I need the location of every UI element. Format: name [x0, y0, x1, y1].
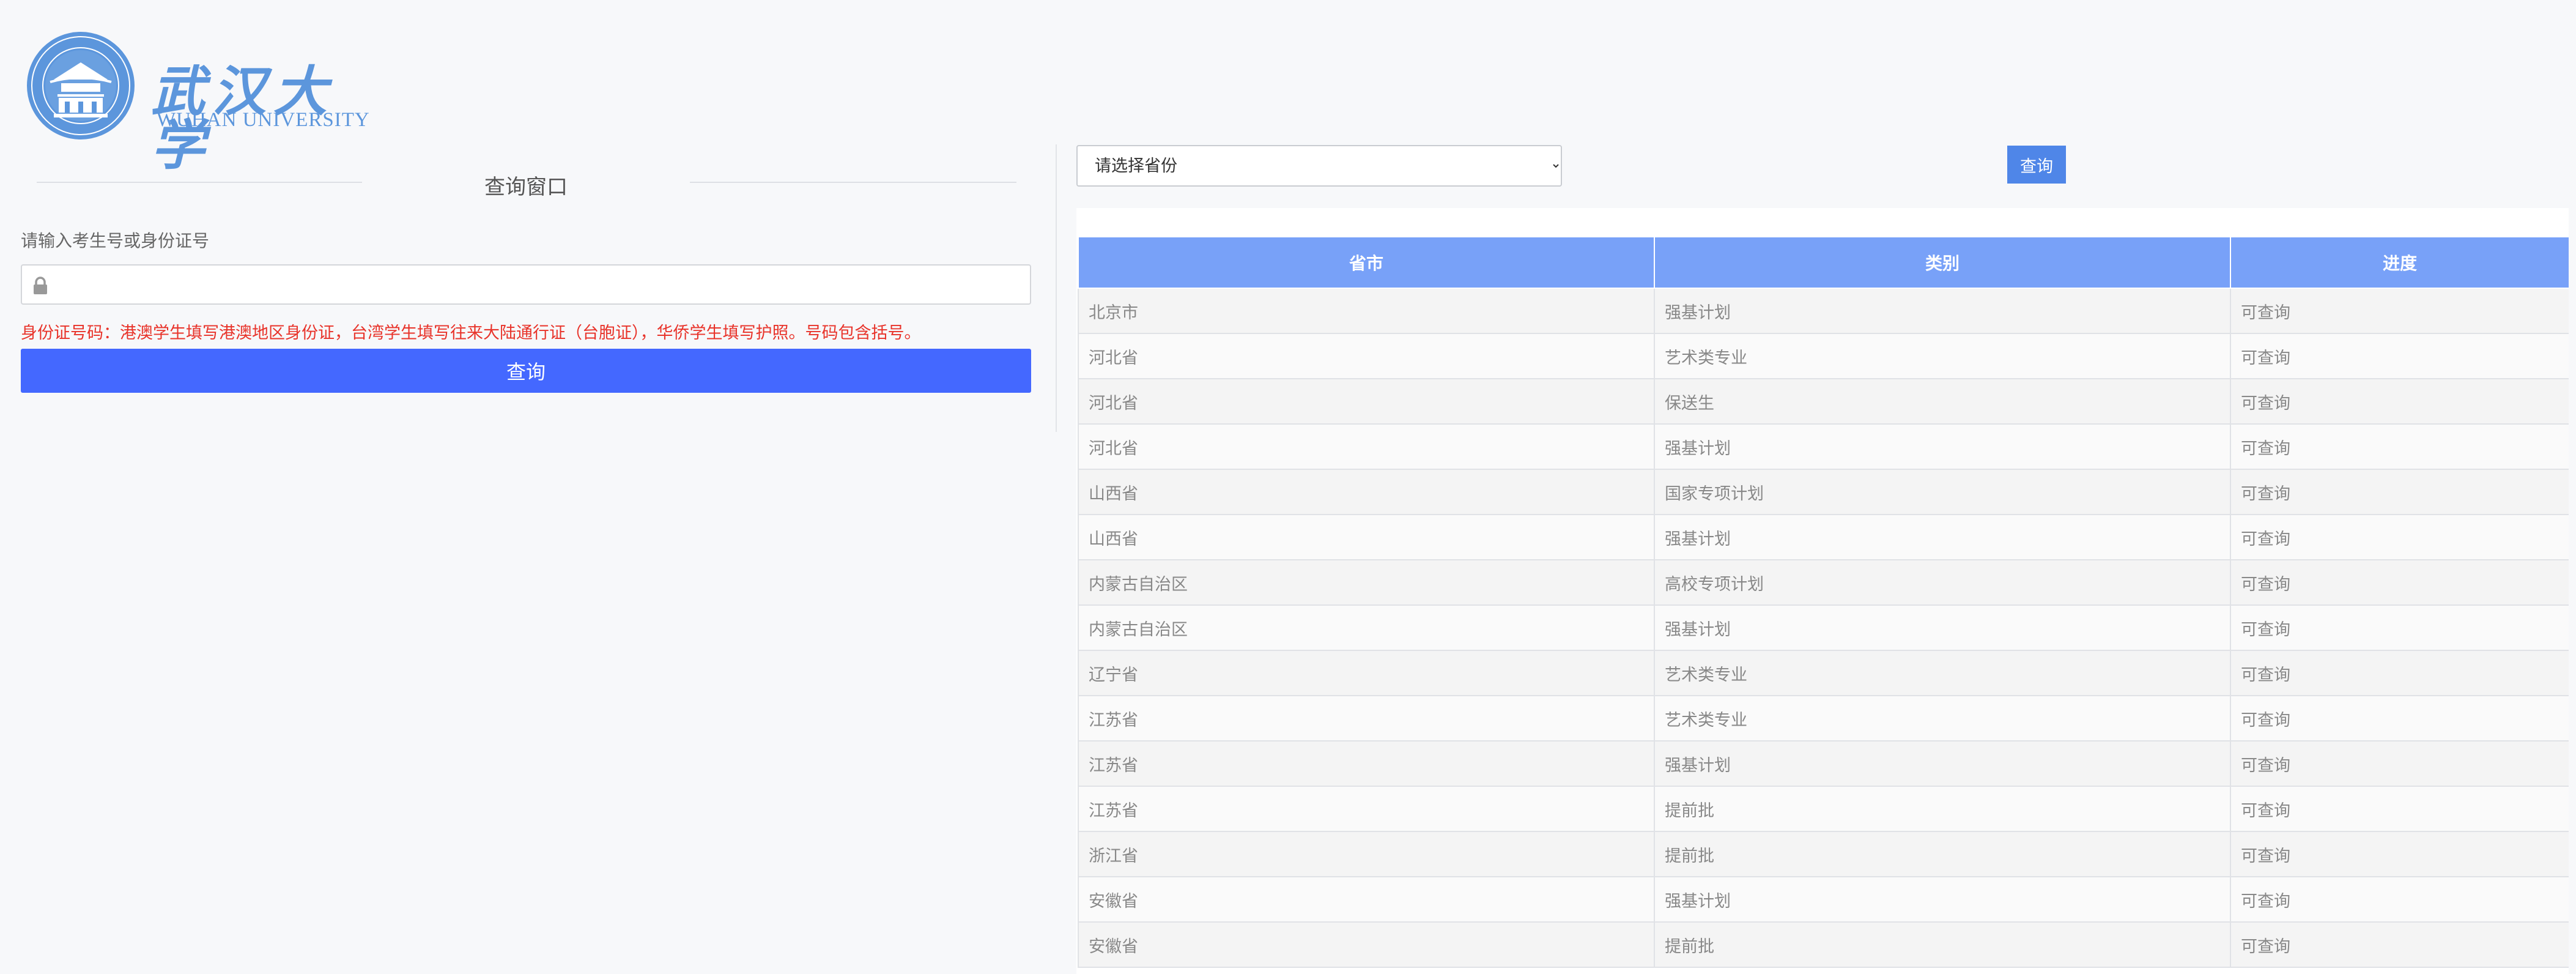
cell-province: 河北省 — [1078, 333, 1655, 379]
column-header-category: 类别 — [1654, 236, 2231, 289]
cell-progress: 可查询 — [2230, 514, 2569, 560]
column-header-progress: 进度 — [2230, 236, 2569, 289]
table-row: 江苏省 艺术类专业 可查询 — [1078, 695, 2569, 742]
table-row: 山西省 强基计划 可查询 — [1078, 514, 2569, 560]
table-row: 河北省 保送生 可查询 — [1078, 378, 2569, 425]
cell-progress: 可查询 — [2230, 740, 2569, 787]
id-hint-text: 身份证号码：港澳学生填写港澳地区身份证，台湾学生填写往来大陆通行证（台胞证），华… — [21, 324, 921, 343]
table-row: 山西省 国家专项计划 可查询 — [1078, 469, 2569, 515]
cell-progress: 可查询 — [2230, 786, 2569, 832]
title-divider-right — [690, 182, 1016, 183]
cell-province: 内蒙古自治区 — [1078, 559, 1655, 606]
cell-province: 辽宁省 — [1078, 650, 1655, 696]
query-button[interactable]: 查询 — [21, 349, 1031, 393]
table-row: 江苏省 强基计划 可查询 — [1078, 740, 2569, 787]
cell-category: 保送生 — [1654, 378, 2231, 425]
university-logo: 武汉大学 WUHAN UNIVERSITY — [26, 31, 370, 172]
cell-category: 提前批 — [1654, 786, 2231, 832]
table-header-row: 省市 类别 进度 — [1078, 236, 2569, 289]
province-select[interactable]: 请选择省份 — [1076, 145, 1562, 187]
table-row: 北京市 强基计划 可查询 — [1078, 288, 2569, 334]
table-row: 安徽省 强基计划 可查询 — [1078, 876, 2569, 923]
cell-province: 江苏省 — [1078, 786, 1655, 832]
id-input-wrapper[interactable] — [21, 264, 1031, 305]
cell-progress: 可查询 — [2230, 469, 2569, 515]
table-row: 内蒙古自治区 强基计划 可查询 — [1078, 604, 2569, 651]
panel-title: 查询窗口 — [484, 175, 568, 199]
cell-progress: 可查询 — [2230, 604, 2569, 651]
cell-category: 高校专项计划 — [1654, 559, 2231, 606]
cell-progress: 可查询 — [2230, 831, 2569, 877]
cell-category: 强基计划 — [1654, 876, 2231, 923]
cell-progress: 可查询 — [2230, 695, 2569, 742]
title-divider-left — [37, 182, 362, 183]
cell-province: 河北省 — [1078, 378, 1655, 425]
province-query-button[interactable]: 查询 — [2007, 146, 2066, 184]
lock-icon — [34, 277, 47, 294]
cell-category: 提前批 — [1654, 921, 2231, 968]
cell-province: 内蒙古自治区 — [1078, 604, 1655, 651]
cell-progress: 可查询 — [2230, 921, 2569, 968]
cell-province: 江苏省 — [1078, 740, 1655, 787]
table-row: 河北省 强基计划 可查询 — [1078, 423, 2569, 470]
cell-category: 艺术类专业 — [1654, 333, 2231, 379]
table-row: 江苏省 提前批 可查询 — [1078, 786, 2569, 832]
cell-progress: 可查询 — [2230, 650, 2569, 696]
table-row: 安徽省 提前批 可查询 — [1078, 921, 2569, 968]
progress-table: 省市 类别 进度 北京市 强基计划 可查询 河北省 艺术类专业 可查询 河北省 保送生 可查询河… — [1078, 236, 2569, 968]
table-row: 内蒙古自治区 高校专项计划 可查询 — [1078, 559, 2569, 606]
cell-progress: 可查询 — [2230, 876, 2569, 923]
table-row: 辽宁省 艺术类专业 可查询 — [1078, 650, 2569, 696]
university-seal-icon — [27, 32, 135, 139]
cell-province: 江苏省 — [1078, 695, 1655, 742]
cell-province: 北京市 — [1078, 288, 1655, 334]
logo-english-name: WUHAN UNIVERSITY — [157, 109, 370, 131]
table-row: 浙江省 提前批 可查询 — [1078, 831, 2569, 877]
id-number-input[interactable] — [59, 266, 1021, 305]
cell-category: 强基计划 — [1654, 288, 2231, 334]
column-header-province: 省市 — [1078, 236, 1655, 289]
cell-category: 强基计划 — [1654, 423, 2231, 470]
cell-category: 提前批 — [1654, 831, 2231, 877]
cell-province: 山西省 — [1078, 514, 1655, 560]
cell-progress: 可查询 — [2230, 288, 2569, 334]
cell-province: 河北省 — [1078, 423, 1655, 470]
cell-category: 强基计划 — [1654, 604, 2231, 651]
cell-progress: 可查询 — [2230, 559, 2569, 606]
cell-province: 山西省 — [1078, 469, 1655, 515]
cell-category: 国家专项计划 — [1654, 469, 2231, 515]
cell-category: 艺术类专业 — [1654, 650, 2231, 696]
cell-category: 强基计划 — [1654, 514, 2231, 560]
id-field-label: 请输入考生号或身份证号 — [21, 231, 210, 251]
table-row: 河北省 艺术类专业 可查询 — [1078, 333, 2569, 379]
cell-province: 安徽省 — [1078, 921, 1655, 968]
progress-table-container: 省市 类别 进度 北京市 强基计划 可查询 河北省 艺术类专业 可查询 河北省 保送生 可查询河… — [1076, 208, 2569, 974]
cell-progress: 可查询 — [2230, 333, 2569, 379]
cell-province: 安徽省 — [1078, 876, 1655, 923]
cell-progress: 可查询 — [2230, 378, 2569, 425]
cell-category: 强基计划 — [1654, 740, 2231, 787]
cell-category: 艺术类专业 — [1654, 695, 2231, 742]
cell-province: 浙江省 — [1078, 831, 1655, 877]
cell-progress: 可查询 — [2230, 423, 2569, 470]
panel-separator — [1056, 144, 1057, 432]
